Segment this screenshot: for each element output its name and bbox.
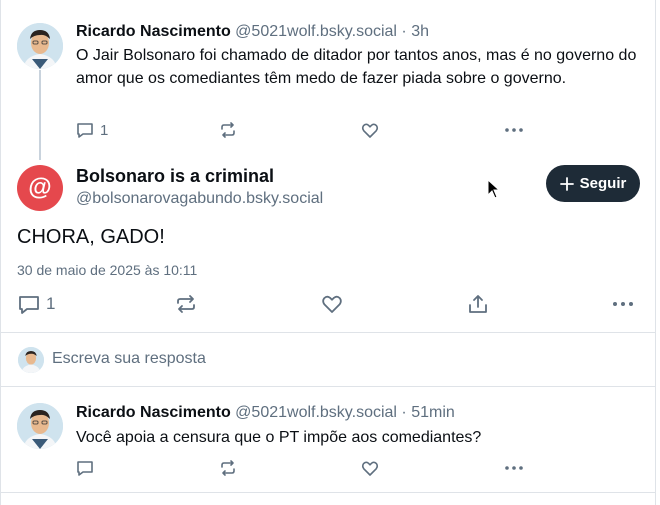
divider xyxy=(0,492,656,493)
repost-icon xyxy=(177,295,195,313)
avatar xyxy=(18,347,44,373)
like-button[interactable] xyxy=(361,460,379,477)
repost-icon xyxy=(221,122,235,138)
repost-button[interactable] xyxy=(219,121,237,139)
author-handle[interactable]: @5021wolf.bsky.social xyxy=(235,23,397,40)
more-options-button[interactable] xyxy=(504,460,524,476)
more-icon xyxy=(613,302,633,306)
post-time[interactable]: · 3h xyxy=(401,23,429,40)
divider xyxy=(0,386,656,387)
like-button[interactable] xyxy=(361,122,379,139)
post-text: Você apoia a censura que o PT impõe aos … xyxy=(76,429,482,446)
plus-icon xyxy=(559,176,574,191)
repost-button[interactable] xyxy=(175,294,197,314)
like-icon xyxy=(361,123,379,138)
author-handle[interactable]: @5021wolf.bsky.social xyxy=(235,404,397,421)
more-options-button[interactable] xyxy=(612,296,634,312)
avatar[interactable] xyxy=(17,403,63,449)
at-sign-icon: @ xyxy=(28,174,52,201)
reply-icon xyxy=(77,461,93,476)
repost-icon xyxy=(221,460,235,476)
author-name[interactable]: Bolsonaro is a criminal xyxy=(76,166,274,187)
post-time[interactable]: · 51min xyxy=(401,404,454,421)
post-text: O Jair Bolsonaro foi chamado de ditador … xyxy=(76,47,637,87)
reply-composer[interactable]: Escreva sua resposta xyxy=(0,333,656,387)
like-button[interactable] xyxy=(321,294,343,314)
more-icon xyxy=(505,466,523,470)
like-icon xyxy=(361,461,379,476)
post-header: Ricardo Nascimento @5021wolf.bsky.social… xyxy=(76,404,455,422)
avatar[interactable]: @ xyxy=(17,165,63,211)
reply-icon xyxy=(77,123,93,138)
reply-button[interactable]: 1 xyxy=(18,294,55,314)
reply-count: 1 xyxy=(46,294,56,313)
follow-button[interactable]: Seguir xyxy=(546,165,640,202)
author-name[interactable]: Ricardo Nascimento xyxy=(76,23,231,40)
thread-line xyxy=(39,70,41,160)
reply-icon xyxy=(19,296,39,314)
like-icon xyxy=(322,295,342,313)
repost-button[interactable] xyxy=(219,459,237,477)
post-text: CHORA, GADO! xyxy=(17,226,165,248)
post-date[interactable]: 30 de maio de 2025 às 10:11 xyxy=(17,262,197,278)
reply-placeholder[interactable]: Escreva sua resposta xyxy=(52,350,206,368)
more-icon xyxy=(505,128,523,132)
avatar[interactable] xyxy=(17,23,63,69)
author-name[interactable]: Ricardo Nascimento xyxy=(76,404,231,421)
post-header: Ricardo Nascimento @5021wolf.bsky.social… xyxy=(76,23,429,41)
share-icon xyxy=(469,295,487,313)
author-handle[interactable]: @bolsonarovagabundo.bsky.social xyxy=(76,190,323,208)
reply-button[interactable]: 1 xyxy=(76,121,108,139)
reply-count: 1 xyxy=(100,121,109,139)
mouse-cursor-icon xyxy=(487,179,501,199)
more-options-button[interactable] xyxy=(504,122,524,138)
share-button[interactable] xyxy=(467,293,489,315)
follow-label: Seguir xyxy=(579,175,627,192)
reply-button[interactable] xyxy=(76,459,94,477)
